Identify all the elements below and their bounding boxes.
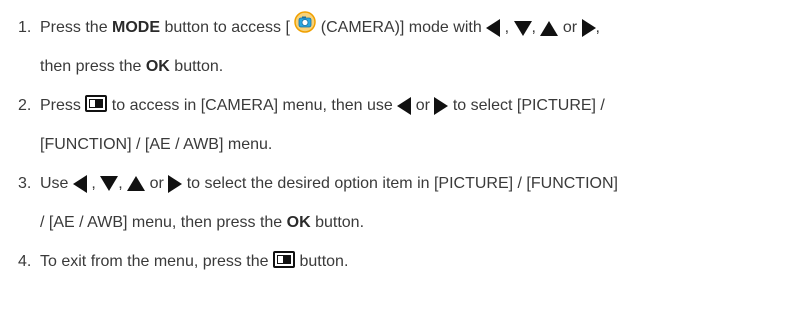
separator: ,: [531, 19, 541, 37]
right-arrow-icon: [581, 19, 596, 37]
separator: ,: [86, 175, 101, 192]
instruction-steps: 1. Press the MODE button to access [ (CAM…: [0, 0, 812, 310]
step-text: to access in [CAMERA] menu, then use: [111, 97, 398, 114]
step-text: To exit from the menu, press the: [40, 253, 273, 270]
down-arrow-icon: [100, 176, 119, 192]
step-text: button.: [169, 58, 224, 75]
camera-mode-icon: [294, 11, 317, 33]
step-1-line-1: 1. Press the MODE button to access [ (CAM…: [18, 11, 808, 39]
left-arrow-icon: [486, 19, 501, 37]
step-number: 2.: [18, 97, 32, 114]
separator: ,: [118, 175, 128, 192]
step-text: to select [PICTURE] /: [448, 97, 605, 114]
up-arrow-icon: [127, 176, 146, 192]
step-1: 1. Press the MODE button to access [ (CAM…: [18, 11, 808, 78]
ok-button-label: OK: [286, 214, 311, 231]
step-text: to select the desired option item in [PI…: [182, 175, 618, 192]
up-arrow-icon: [540, 20, 559, 36]
separator: or: [411, 97, 435, 114]
right-arrow-icon: [434, 96, 449, 115]
step-text: button.: [310, 214, 365, 231]
step-1-line-2: then press the OK button.: [40, 56, 808, 78]
step-number: 4.: [18, 253, 32, 270]
step-text: then press the: [40, 58, 146, 75]
separator: ,: [500, 19, 514, 37]
step-2-line-2: [FUNCTION] / [AE / AWB] menu.: [40, 134, 808, 156]
step-4-line-1: 4. To exit from the menu, press the butto…: [18, 251, 808, 273]
down-arrow-icon: [513, 20, 532, 36]
step-2-line-1: 2. Press to access in [CAMERA] menu, then…: [18, 95, 808, 117]
step-2: 2. Press to access in [CAMERA] menu, then…: [18, 95, 808, 156]
step-text: (CAMERA)] mode with: [316, 19, 487, 37]
separator: ,: [595, 19, 600, 37]
step-text: Use: [40, 175, 73, 192]
right-arrow-icon: [168, 174, 183, 193]
ok-button-label: OK: [145, 58, 170, 75]
step-text: Press the: [40, 19, 113, 37]
left-arrow-icon: [72, 174, 87, 193]
step-3: 3. Use , , or to select the desired optio…: [18, 173, 808, 234]
left-arrow-icon: [397, 96, 412, 115]
mode-button-label: MODE: [112, 19, 161, 37]
step-3-line-2: / [AE / AWB] menu, then press the OK but…: [40, 212, 808, 234]
step-number: 3.: [18, 175, 32, 192]
step-text: [FUNCTION] / [AE / AWB] menu.: [40, 136, 273, 153]
menu-button-icon: [85, 95, 108, 113]
step-number: 1.: [18, 19, 32, 37]
menu-button-icon: [273, 251, 295, 269]
step-text: Press: [40, 97, 86, 114]
step-text: / [AE / AWB] menu, then press the: [40, 214, 287, 231]
separator: or: [558, 19, 582, 37]
separator: or: [145, 175, 169, 192]
step-3-line-1: 3. Use , , or to select the desired optio…: [18, 173, 808, 195]
step-text: button.: [299, 253, 349, 270]
step-text: button to access [: [160, 19, 290, 37]
step-4: 4. To exit from the menu, press the butto…: [18, 251, 808, 273]
